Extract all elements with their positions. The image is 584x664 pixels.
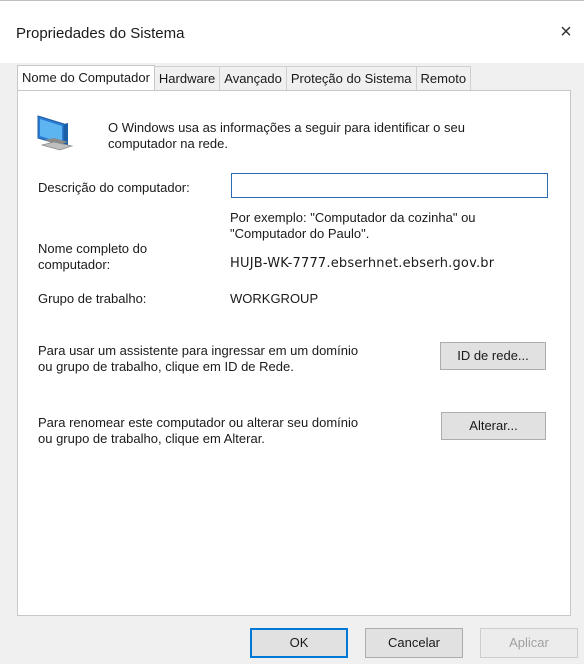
system-properties-window: Propriedades do Sistema × Nome do Comput… [0, 0, 584, 664]
cancel-button[interactable]: Cancelar [365, 628, 463, 658]
computer-description-input[interactable] [231, 173, 548, 198]
tab-remote[interactable]: Remoto [415, 66, 472, 90]
full-name-label: Nome completo do computador: [38, 241, 148, 272]
tab-bar: Nome do Computador Hardware Avançado Pro… [17, 65, 573, 91]
network-id-button[interactable]: ID de rede... [440, 342, 546, 370]
apply-button[interactable]: Aplicar [480, 628, 578, 658]
workgroup-value: WORKGROUP [230, 291, 319, 306]
tab-computer-name[interactable]: Nome do Computador [17, 65, 155, 91]
close-button[interactable]: × [556, 21, 576, 43]
computer-monitor-icon [34, 112, 76, 152]
info-description: O Windows usa as informações a seguir pa… [108, 120, 465, 151]
change-button[interactable]: Alterar... [441, 412, 546, 440]
full-name-value: HUJB-WK-7777.ebserhnet.ebserh.gov.br [230, 256, 495, 271]
window-title: Propriedades do Sistema [16, 25, 185, 42]
ok-button[interactable]: OK [250, 628, 348, 658]
workgroup-label: Grupo de trabalho: [38, 291, 147, 306]
title-bar: Propriedades do Sistema × [0, 0, 584, 63]
computer-description-label: Descrição do computador: [38, 180, 190, 195]
network-id-description: Para usar um assistente para ingressar e… [38, 343, 359, 374]
tab-hardware[interactable]: Hardware [153, 66, 221, 90]
rename-description: Para renomear este computador ou alterar… [38, 415, 359, 446]
tab-system-protection[interactable]: Proteção do Sistema [285, 66, 417, 90]
description-example: Por exemplo: "Computador da cozinha" ou … [230, 210, 476, 241]
tab-advanced[interactable]: Avançado [219, 66, 287, 90]
